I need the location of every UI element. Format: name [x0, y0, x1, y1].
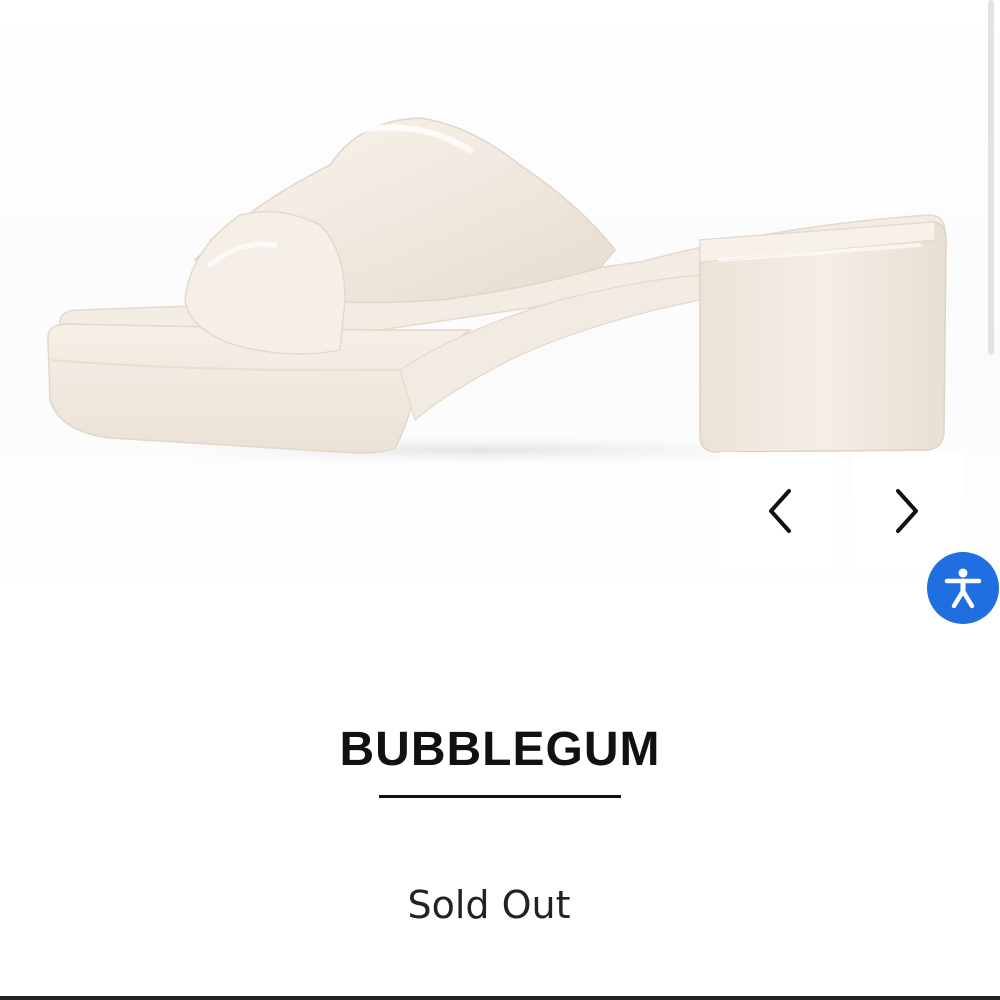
carousel-next-button[interactable]	[852, 452, 964, 570]
scrollbar[interactable]	[988, 0, 994, 355]
chevron-right-icon	[896, 489, 918, 533]
chevron-left-icon	[769, 489, 791, 533]
product-title: BUBBLEGUM	[339, 723, 661, 776]
product-image[interactable]	[0, 0, 1000, 600]
stock-status: Sold Out	[407, 883, 571, 927]
bottom-divider	[0, 996, 1000, 1000]
accessibility-person-icon	[944, 568, 982, 609]
title-underline	[379, 795, 621, 798]
product-page: BUBBLEGUM Sold Out	[0, 0, 1000, 1000]
carousel-prev-button[interactable]	[720, 452, 838, 570]
sandal-illustration	[47, 117, 947, 468]
accessibility-button[interactable]	[927, 552, 999, 624]
